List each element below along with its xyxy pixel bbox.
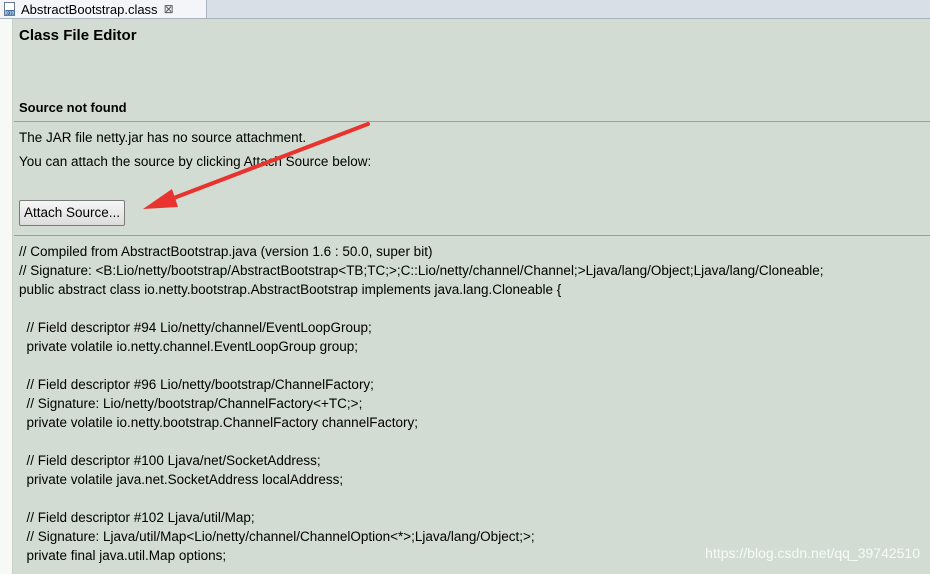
watermark: https://blog.csdn.net/qq_39742510 (705, 545, 920, 561)
no-source-message: The JAR file netty.jar has no source att… (19, 130, 307, 145)
code-line: // Field descriptor #102 Ljava/util/Map; (19, 510, 255, 525)
code-line: // Field descriptor #100 Ljava/net/Socke… (19, 453, 321, 468)
section-title: Source not found (19, 100, 127, 115)
tab-label: AbstractBootstrap.class (21, 1, 158, 17)
code-line: // Field descriptor #94 Lio/netty/channe… (19, 320, 372, 335)
code-line: // Field descriptor #96 Lio/netty/bootst… (19, 377, 374, 392)
close-icon[interactable]: ⊠ (164, 2, 174, 16)
code-line: private volatile java.net.SocketAddress … (19, 472, 344, 487)
decompiled-code[interactable]: // Compiled from AbstractBootstrap.java … (19, 242, 919, 565)
code-divider (14, 235, 930, 236)
code-line: // Compiled from AbstractBootstrap.java … (19, 244, 433, 259)
svg-text:010: 010 (6, 10, 14, 16)
code-line: private volatile io.netty.channel.EventL… (19, 339, 358, 354)
tab-abstractbootstrap-class[interactable]: 010 AbstractBootstrap.class ⊠ (0, 0, 207, 18)
code-line: public abstract class io.netty.bootstrap… (19, 282, 562, 297)
attach-source-hint: You can attach the source by clicking At… (19, 154, 372, 169)
code-line: // Signature: <B:Lio/netty/bootstrap/Abs… (19, 263, 824, 278)
code-line: // Signature: Lio/netty/bootstrap/Channe… (19, 396, 363, 411)
code-line: // Signature: Ljava/util/Map<Lio/netty/c… (19, 529, 535, 544)
attach-source-button[interactable]: Attach Source... (19, 200, 125, 226)
editor-tab-bar: 010 AbstractBootstrap.class ⊠ (0, 0, 930, 19)
class-file-icon: 010 (3, 2, 17, 16)
editor-title: Class File Editor (19, 27, 137, 44)
section-divider (14, 121, 930, 122)
code-line: private volatile io.netty.bootstrap.Chan… (19, 415, 418, 430)
editor-left-gutter (0, 19, 13, 574)
